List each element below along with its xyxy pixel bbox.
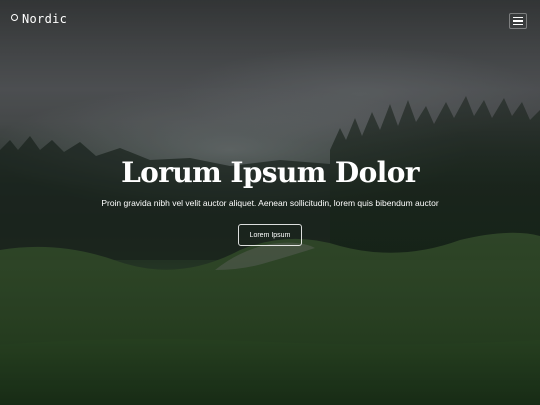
circle-logo-icon [11, 13, 18, 21]
hamburger-menu-icon-bar [513, 20, 523, 22]
hero-content: Lorum Ipsum Dolor Proin gravida nibh vel… [0, 155, 540, 246]
hamburger-menu-icon-bar [513, 23, 523, 25]
menu-toggle-button[interactable] [509, 13, 527, 29]
navbar: Nordic [0, 0, 540, 40]
brand-name: Nordic [22, 12, 68, 26]
cta-button[interactable]: Lorem Ipsum [237, 224, 303, 246]
hero-title: Lorum Ipsum Dolor [121, 156, 419, 189]
hero-subtitle: Proin gravida nibh vel velit auctor aliq… [101, 198, 439, 208]
hero-section: Nordic Lorum Ipsum Dolor Proin gravida n… [0, 0, 540, 405]
hamburger-menu-icon [513, 17, 523, 19]
brand-link[interactable]: Nordic [11, 12, 67, 26]
